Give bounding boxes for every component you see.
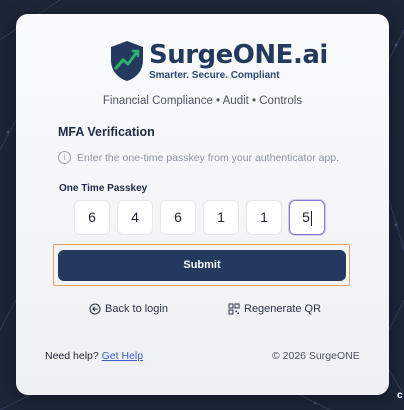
help-footer: Need help? Get Help [45,350,143,362]
copyright-text: © 2026 SurgeONE [272,350,360,362]
info-circle-icon: i [58,151,71,164]
text-caret [310,210,312,226]
get-help-link[interactable]: Get Help [102,350,143,362]
otp-digit-value: 6 [88,209,96,225]
otp-digit-value: 6 [174,209,182,225]
info-message: i Enter the one-time passkey from your a… [58,151,339,164]
brand-logo: SurgeONE.ai Smarter. Secure. Compliant [109,40,328,94]
help-prefix: Need help? [45,350,99,362]
brand-name-suffix: .ai [292,40,328,70]
page-subtitle: Financial Compliance • Audit • Controls [102,95,303,107]
otp-digit-value: 4 [131,209,139,225]
shield-chart-icon [111,41,143,81]
otp-digit-5[interactable]: 1 [246,200,282,235]
regenerate-qr-link[interactable]: Regenerate QR [228,303,321,315]
info-text: Enter the one-time passkey from your aut… [77,151,340,164]
otp-digit-2[interactable]: 4 [117,200,153,235]
otp-digit-value: 1 [217,209,225,225]
otp-digit-3[interactable]: 6 [160,200,196,235]
mfa-card: SurgeONE.ai Smarter. Secure. Compliant F… [16,14,389,395]
otp-digit-6[interactable]: 5 [289,200,325,235]
otp-digit-value: 5 [302,209,310,225]
submit-button[interactable]: Submit [58,250,346,281]
corner-glyph: c [397,390,403,401]
back-to-login-link[interactable]: Back to login [89,303,168,315]
otp-digit-1[interactable]: 6 [74,200,110,235]
otp-digit-4[interactable]: 1 [203,200,239,235]
otp-digit-value: 1 [260,209,268,225]
qr-code-icon [228,303,240,315]
brand-name: SurgeONE.ai [149,40,328,70]
regenerate-qr-label: Regenerate QR [244,303,322,315]
otp-label: One Time Passkey [59,183,148,194]
mfa-title: MFA Verification [58,125,155,139]
brand-tagline: Smarter. Secure. Compliant [149,70,280,81]
brand-name-main: SurgeONE [149,40,293,70]
arrow-left-circle-icon [89,303,101,315]
back-to-login-label: Back to login [105,303,168,315]
